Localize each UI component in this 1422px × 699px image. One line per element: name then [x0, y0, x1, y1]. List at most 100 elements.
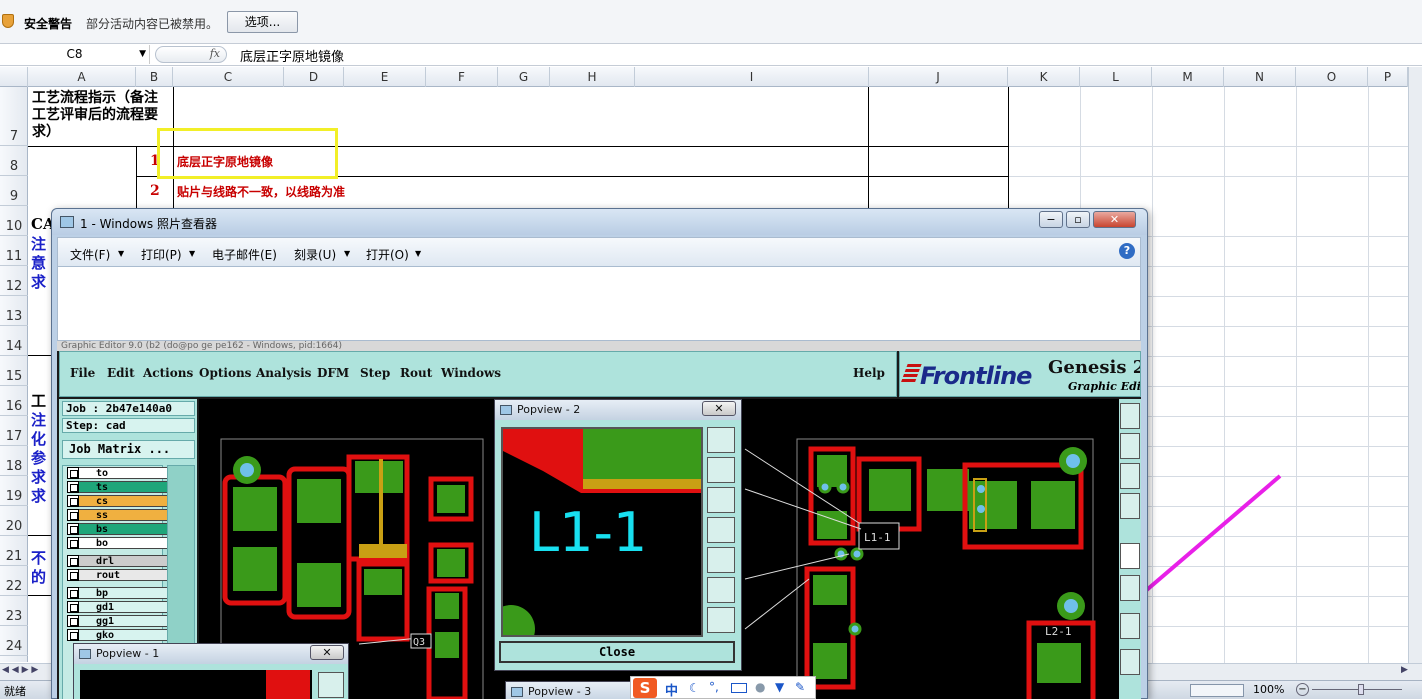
zoom-out-icon[interactable]: −	[1296, 683, 1309, 696]
settings-icon[interactable]: ✎	[795, 680, 805, 694]
cell-a21[interactable]: 求	[31, 485, 46, 506]
cell-a23[interactable]: 的	[31, 566, 46, 587]
row-header[interactable]: 19	[0, 476, 28, 506]
column-header[interactable]: G	[498, 67, 550, 87]
menu-open[interactable]: 打开(O)	[366, 246, 409, 263]
row-header[interactable]: 22	[0, 566, 28, 596]
minimize-button[interactable]: −	[1039, 211, 1063, 228]
row-header[interactable]: 20	[0, 506, 28, 536]
punctuation-icon[interactable]: °,	[709, 680, 719, 694]
insert-function-button[interactable]: fx	[155, 46, 227, 63]
row-header[interactable]: 24	[0, 626, 28, 656]
name-box[interactable]: C8 ▼	[0, 45, 150, 64]
column-header[interactable]: C	[173, 67, 284, 87]
menu-burn[interactable]: 刻录(U)	[294, 246, 336, 263]
photo-viewer-titlebar[interactable]: 1 - Windows 照片查看器 − ▫ ✕	[52, 209, 1147, 235]
keyboard-icon[interactable]	[731, 683, 747, 693]
zoom-thumb[interactable]	[1358, 684, 1364, 695]
column-header[interactable]: H	[550, 67, 635, 87]
row-header[interactable]: 8	[0, 146, 28, 176]
moon-icon[interactable]: ☾	[689, 681, 700, 695]
user-icon[interactable]: ●	[755, 680, 765, 694]
chevron-down-icon[interactable]: ▼	[139, 45, 146, 64]
cell-c9[interactable]: 贴片与线路不一致，以线路为准	[177, 183, 345, 200]
column-header[interactable]: M	[1152, 67, 1224, 87]
row-header[interactable]: 21	[0, 536, 28, 566]
row-header[interactable]: 12	[0, 266, 28, 296]
cell-a11[interactable]: 注	[31, 233, 46, 254]
row-header[interactable]: 10	[0, 206, 28, 236]
column-header[interactable]: O	[1296, 67, 1368, 87]
popview-2-window: Popview - 2 ✕ L1-1 Close	[494, 399, 742, 671]
popview-2-drawing: L1-1	[503, 429, 701, 635]
cell-a7-text: 工艺流程指示（备注工艺评审后的流程要求）	[32, 90, 158, 140]
column-header[interactable]: D	[284, 67, 344, 87]
scroll-right-icon[interactable]: ▶	[1401, 665, 1408, 675]
column-header[interactable]: N	[1224, 67, 1296, 87]
cell-a18[interactable]: 化	[31, 428, 46, 449]
cell-a7[interactable]: 工艺流程指示（备注工艺评审后的流程要求）	[32, 90, 164, 141]
layer-checkbox	[67, 467, 79, 479]
column-header[interactable]: F	[426, 67, 498, 87]
cell-a16[interactable]: 工	[31, 390, 46, 411]
help-icon[interactable]: ?	[1119, 243, 1135, 259]
grid-line	[1148, 356, 1408, 357]
menu-email[interactable]: 电子邮件(E)	[212, 246, 277, 263]
zoom-level[interactable]: 100%	[1253, 683, 1284, 696]
row-header[interactable]: 13	[0, 296, 28, 326]
cell-a17[interactable]: 注	[31, 409, 46, 430]
popview-icon	[500, 405, 512, 415]
row-header[interactable]: 23	[0, 596, 28, 626]
close-button[interactable]: ✕	[1093, 211, 1136, 228]
chevron-down-icon[interactable]: ▼	[118, 249, 124, 258]
row-header[interactable]: 9	[0, 176, 28, 206]
cell-border	[868, 87, 869, 208]
chevron-down-icon[interactable]: ▼	[344, 249, 350, 258]
row-header[interactable]: 17	[0, 416, 28, 446]
ime-toolbar[interactable]: S 中 ☾ °, ● ▼ ✎	[630, 676, 816, 699]
cell-a20[interactable]: 求	[31, 466, 46, 487]
view-buttons[interactable]	[1190, 684, 1244, 697]
layer-item: gg1	[67, 615, 170, 627]
cell-b9[interactable]: 2	[150, 183, 160, 199]
chevron-down-icon[interactable]: ▼	[189, 249, 195, 258]
column-header[interactable]: I	[635, 67, 869, 87]
column-header[interactable]: K	[1008, 67, 1080, 87]
formula-input[interactable]: 底层正字原地镜像	[240, 46, 344, 65]
layer-item: cs	[67, 495, 170, 507]
options-button[interactable]: 选项...	[227, 11, 298, 33]
layer-name: to	[96, 468, 109, 479]
row-header[interactable]: 16	[0, 386, 28, 416]
column-header[interactable]: A	[28, 67, 136, 87]
cell-a22[interactable]: 不	[31, 547, 46, 568]
zoom-slider[interactable]: −	[1296, 683, 1418, 697]
menu-print[interactable]: 打印(P)	[141, 246, 182, 263]
column-header[interactable]: J	[869, 67, 1008, 87]
column-header[interactable]: E	[344, 67, 426, 87]
cell-a19[interactable]: 参	[31, 447, 46, 468]
chevron-down-icon[interactable]: ▼	[415, 249, 421, 258]
row-header[interactable]: 11	[0, 236, 28, 266]
row-header[interactable]: 14	[0, 326, 28, 356]
row-header[interactable]: 7	[0, 87, 28, 146]
select-all-corner[interactable]	[0, 67, 28, 87]
menu-file[interactable]: 文件(F)	[70, 246, 110, 263]
sheet-nav-icon[interactable]: ◀ ◀ ▶ ▶	[2, 665, 38, 675]
column-header[interactable]: B	[136, 67, 173, 87]
layer-checkbox	[67, 523, 79, 535]
layer-checkbox	[67, 509, 79, 521]
maximize-button[interactable]: ▫	[1066, 211, 1090, 228]
sogou-logo-icon[interactable]: S	[633, 678, 657, 698]
row-header[interactable]: 15	[0, 356, 28, 386]
vertical-scrollbar[interactable]	[1408, 67, 1422, 663]
row-header[interactable]: 18	[0, 446, 28, 476]
layer-item: drl	[67, 555, 170, 567]
column-header[interactable]: P	[1368, 67, 1408, 87]
tool-icon	[707, 577, 735, 603]
column-header[interactable]: L	[1080, 67, 1152, 87]
layer-name: gg1	[96, 616, 115, 627]
skin-icon[interactable]: ▼	[775, 680, 784, 694]
ime-language[interactable]: 中	[665, 680, 678, 699]
cell-a12[interactable]: 意	[31, 252, 46, 273]
cell-a13[interactable]: 求	[31, 271, 46, 292]
